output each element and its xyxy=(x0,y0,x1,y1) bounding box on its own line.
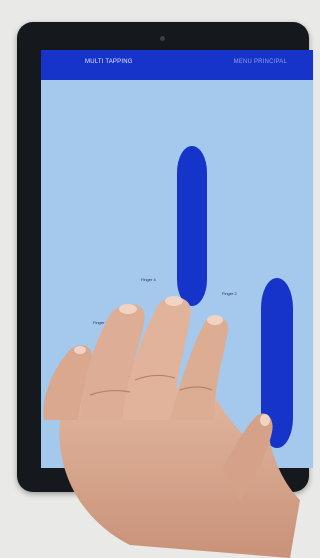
touch-trail-finger-4 xyxy=(177,146,207,306)
touch-trail-finger-2 xyxy=(261,278,293,448)
touch-canvas[interactable]: Finger 4 Finger 2 Finger 3 xyxy=(41,80,313,468)
app-title: MULTI TAPPING xyxy=(85,59,133,65)
front-camera xyxy=(160,36,165,41)
main-menu-button[interactable]: MENU PRINCIPAL xyxy=(234,59,287,65)
app-bar: MULTI TAPPING MENU PRINCIPAL xyxy=(41,50,313,80)
finger-2-label: Finger 2 xyxy=(222,291,237,296)
finger-3-label: Finger 3 xyxy=(93,320,108,325)
finger-4-label: Finger 4 xyxy=(141,277,156,282)
app-screen: MULTI TAPPING MENU PRINCIPAL Finger 4 Fi… xyxy=(41,50,313,468)
